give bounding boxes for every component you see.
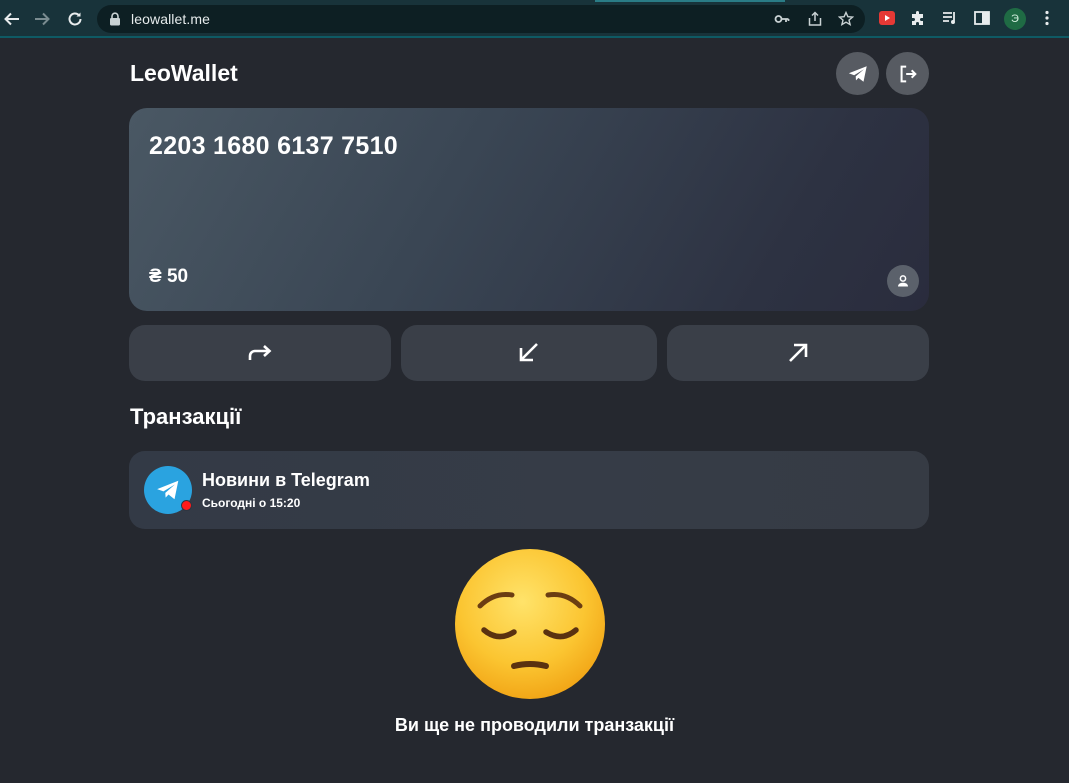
share-button[interactable] [806,10,824,28]
telegram-plane-icon [848,65,867,82]
wallet-card: 2203 1680 6137 7510 ₴ 50 [129,108,929,311]
unread-indicator [181,500,192,511]
arrow-down-left-icon [519,343,538,362]
browser-menu-button[interactable] [1037,8,1057,28]
transaction-title: Новини в Telegram [202,470,370,490]
transaction-time: Сьогодні о 15:20 [202,496,301,510]
active-tab-indicator [595,0,785,2]
url-text: leowallet.me [131,11,211,27]
reload-icon [68,12,82,26]
key-icon [774,15,790,23]
logout-icon [900,65,917,82]
user-icon [898,275,908,287]
transaction-item[interactable]: Новини в Telegram Сьогодні о 15:20 [129,451,929,529]
side-panel-button[interactable] [972,8,992,28]
video-extension-icon [879,11,895,25]
card-number: 2203 1680 6137 7510 [149,132,398,160]
address-bar[interactable]: leowallet.me [97,5,865,33]
media-controls-button[interactable] [940,8,960,28]
vertical-dots-icon [1045,10,1049,26]
share-icon [808,11,822,26]
extension-video-button[interactable] [877,8,897,28]
lock-icon [110,12,120,26]
transactions-title: Транзакції [130,404,242,429]
telegram-button[interactable] [836,52,879,95]
forward-arrow-icon [248,345,272,360]
pensive-face-icon [455,549,605,699]
telegram-icon [157,480,179,500]
app-title: LeoWallet [130,60,238,86]
card-owner-button[interactable] [887,265,919,297]
back-button[interactable] [0,7,24,31]
forward-button[interactable] [30,7,54,31]
playlist-icon [943,12,955,24]
reload-button[interactable] [63,7,87,31]
profile-avatar[interactable]: Э [1004,8,1026,30]
star-icon [838,11,854,27]
browser-toolbar: leowallet.me Э [0,0,1069,38]
bookmark-button[interactable] [837,10,855,28]
password-key-button[interactable] [773,10,791,28]
arrow-up-right-icon [789,343,808,362]
side-panel-icon [974,11,990,25]
transfer-button[interactable] [129,325,391,381]
puzzle-icon [912,11,923,25]
card-balance: ₴ 50 [149,266,189,287]
forward-arrow-icon [35,12,50,26]
extensions-button[interactable] [908,8,928,28]
empty-transactions-text: Ви ще не проводили транзакції [394,715,675,735]
send-button[interactable] [667,325,929,381]
back-arrow-icon [4,12,19,26]
receive-button[interactable] [401,325,657,381]
logout-button[interactable] [886,52,929,95]
